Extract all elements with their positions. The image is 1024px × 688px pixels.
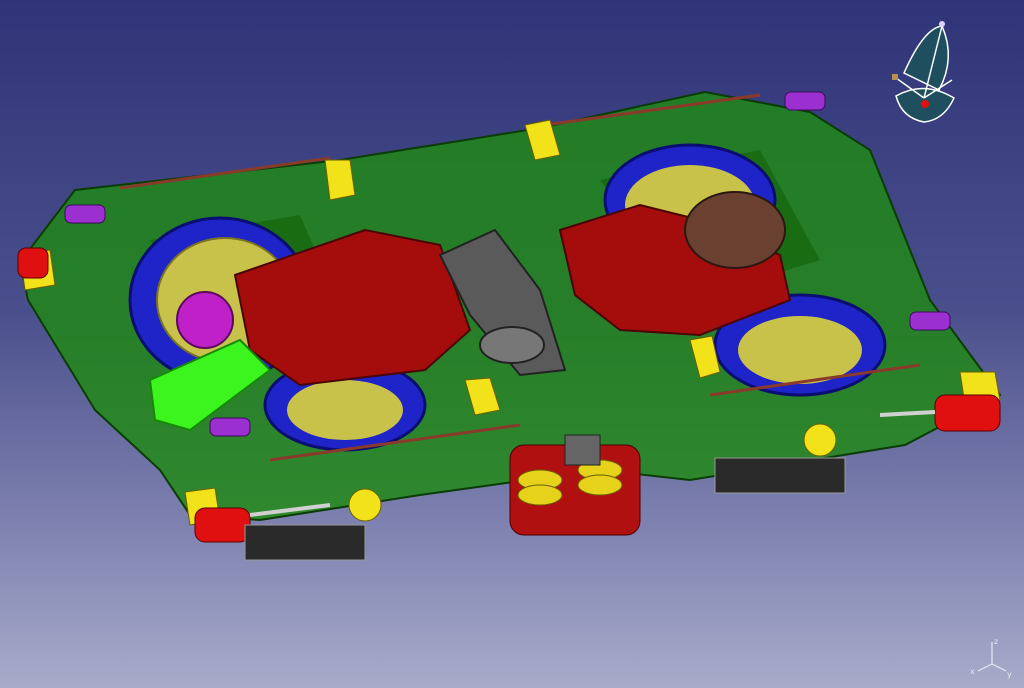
bogie-model[interactable] (0, 0, 1024, 688)
clamp (64, 204, 106, 224)
damper (17, 247, 49, 279)
underframe-box (244, 524, 366, 561)
pivot-ring (479, 326, 545, 364)
clamp (209, 417, 251, 437)
axis-label-z: z (994, 637, 998, 646)
bracket (324, 159, 356, 201)
secondary-spring (509, 434, 641, 536)
damper (194, 507, 251, 543)
axis-label-x: x (970, 667, 975, 676)
pivot-ball (348, 488, 382, 522)
axis-label-y: y (1007, 670, 1012, 679)
compass-icon[interactable] (884, 18, 964, 128)
damper (934, 394, 1001, 432)
3d-viewport[interactable]: z x y (0, 0, 1024, 688)
clamp (909, 311, 951, 331)
axle-hub (176, 291, 234, 349)
underframe-box (714, 457, 846, 494)
axis-triad-icon: z x y (970, 637, 1012, 679)
clamp (784, 91, 826, 111)
pivot-ball (803, 423, 837, 457)
gear-wheel (684, 191, 786, 269)
